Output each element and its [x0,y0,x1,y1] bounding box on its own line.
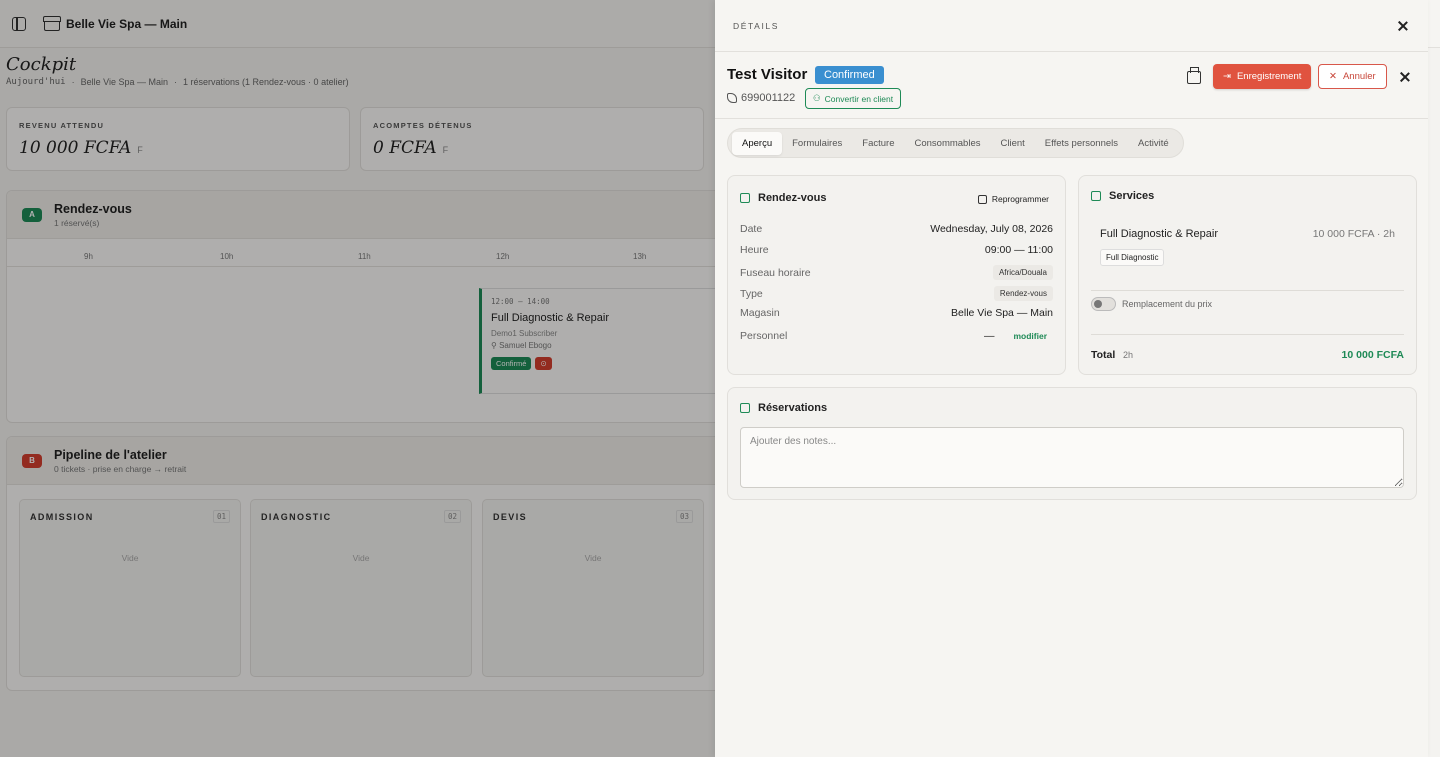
staff-value-group: — modifier [984,330,1053,342]
notes-textarea[interactable] [740,427,1404,488]
detail-key: Heure [740,244,769,256]
appointment-card-title: Rendez-vous [740,192,826,204]
phone-icon [727,93,737,103]
tab-apercu[interactable]: Aperçu [732,131,783,155]
cancel-button[interactable]: ✕ Annuler [1318,64,1387,89]
tab-client[interactable]: Client [990,132,1034,155]
card-title-text: Services [1109,190,1155,202]
detail-row-date: Date Wednesday, July 08, 2026 [740,223,1053,235]
edit-staff-link[interactable]: modifier [1013,331,1047,341]
sign-in-icon: ⇥ [1223,71,1231,82]
detail-row-store: Magasin Belle Vie Spa — Main [740,307,1053,319]
details-drawer: DÉTAILS Test Visitor Confirmed 699001122… [715,0,1428,757]
detail-key: Fuseau horaire [740,266,811,279]
tab-consommables[interactable]: Consommables [904,132,990,155]
service-variant-chip: Full Diagnostic [1100,249,1165,266]
cancel-label: Annuler [1342,71,1376,82]
phone-row: 699001122 [727,92,795,104]
appointment-card: Rendez-vous Reprogrammer Date Wednesday,… [727,175,1066,375]
detail-row-type: Type Rendez-vous [740,286,1053,301]
convert-label: Convertir en client [824,93,894,104]
reservations-card: Réservations [727,387,1417,500]
receipt-icon [1091,191,1101,201]
detail-value: — [984,330,995,342]
modal-backdrop[interactable] [0,0,715,757]
close-icon: ✕ [1329,71,1337,82]
file-icon [740,403,750,413]
detail-value: 09:00 — 11:00 [984,244,1053,256]
visitor-name: Test Visitor [727,66,808,83]
tab-facture[interactable]: Facture [852,132,904,155]
total-label: Total [1091,349,1116,361]
user-plus-icon: ⚇ [813,93,821,103]
tab-activite[interactable]: Activité [1128,132,1179,155]
divider [1091,334,1404,335]
detail-key: Magasin [740,307,780,319]
total-value: 10 000 FCFA [1341,349,1404,361]
phone-number: 699001122 [741,92,796,104]
services-card-title: Services [1091,190,1154,202]
visitor-header: Test Visitor Confirmed 699001122 ⚇ Conve… [715,52,1428,119]
detail-row-time: Heure 09:00 — 11:00 [740,244,1053,256]
tab-formulaires[interactable]: Formulaires [782,132,852,155]
price-override-label: Remplacement du prix [1122,299,1213,309]
services-card: Services Full Diagnostic & Repair 10 000… [1078,175,1417,375]
detail-value: Wednesday, July 08, 2026 [930,223,1053,235]
timezone-chip: Africa/Douala [992,265,1053,280]
drawer-tabs: Aperçu Formulaires Facture Consommables … [727,128,1184,158]
reservations-card-title: Réservations [740,402,827,414]
calendar-clock-icon [977,194,987,204]
drawer-top-bar: DÉTAILS [715,0,1428,52]
divider [1091,290,1404,291]
service-name: Full Diagnostic & Repair [1100,228,1218,240]
detail-row-staff: Personnel — modifier [740,330,1053,342]
calendar-icon [740,193,750,203]
service-price: 10 000 FCFA · 2h [1312,228,1395,240]
convert-to-client-button[interactable]: ⚇ Convertir en client [805,88,902,109]
print-icon[interactable] [1187,67,1201,84]
card-title-text: Rendez-vous [758,192,827,204]
tab-effets-personnels[interactable]: Effets personnels [1035,132,1128,155]
close-drawer-icon[interactable] [1396,19,1410,33]
check-in-label: Enregistrement [1236,71,1302,82]
detail-value: Belle Vie Spa — Main [951,307,1053,319]
price-override-toggle[interactable] [1091,297,1116,311]
check-in-button[interactable]: ⇥ Enregistrement [1213,64,1312,89]
close-icon[interactable] [1398,70,1412,84]
detail-key: Type [740,287,763,300]
detail-key: Date [740,223,763,235]
drawer-label: DÉTAILS [733,20,779,31]
status-badge: Confirmed [815,66,884,84]
type-chip: Rendez-vous [993,286,1053,301]
card-title-text: Réservations [758,402,828,414]
reschedule-button[interactable]: Reprogrammer [974,192,1053,206]
detail-key: Personnel [740,330,788,342]
detail-row-timezone: Fuseau horaire Africa/Douala [740,265,1053,280]
total-duration: 2h [1123,350,1134,360]
reschedule-label: Reprogrammer [991,194,1049,204]
